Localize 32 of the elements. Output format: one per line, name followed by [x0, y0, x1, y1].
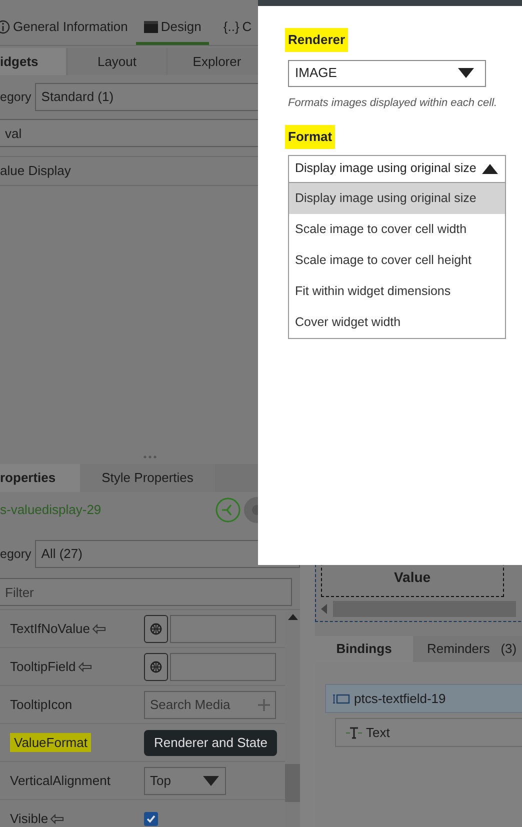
tab[interactable]: {..} C	[209, 12, 252, 45]
tab[interactable]: roperties	[0, 464, 80, 492]
category-label: egory	[0, 546, 32, 563]
dropdown-option[interactable]: Scale image to cover cell width	[289, 214, 505, 244]
property-name: TooltipIcon	[10, 696, 72, 714]
alignment-select[interactable]: Top	[144, 766, 226, 794]
property-name: Visible	[10, 810, 48, 827]
binding-item[interactable]: Text	[366, 722, 390, 742]
format-label: Format	[285, 125, 336, 148]
widget-label: Value	[394, 568, 431, 586]
widget-list-item[interactable]: alue Display	[0, 161, 71, 181]
tab[interactable]: Design	[136, 12, 210, 45]
widget-id: s-valuedisplay-29	[0, 501, 102, 520]
property-name: TooltipField	[10, 658, 76, 676]
filter-field[interactable]: Filter	[0, 578, 292, 606]
media-field[interactable]: Search Media	[144, 690, 276, 718]
tab[interactable]: Reminders (3)	[413, 636, 522, 662]
tab[interactable]: Bindings	[315, 636, 413, 662]
property-name: VerticalAlignment	[10, 772, 110, 790]
dropdown-option[interactable]: Cover widget width	[289, 306, 505, 338]
renderer-select[interactable]: IMAGE	[288, 60, 486, 86]
tab[interactable]: idgets	[0, 48, 68, 75]
renderer-label: Renderer	[285, 28, 348, 52]
dropdown-option[interactable]: Display image using original size	[289, 182, 505, 214]
tab[interactable]: General Information	[0, 12, 136, 45]
renderer-button[interactable]: Renderer and State	[144, 730, 278, 756]
category-label: egory	[0, 88, 32, 106]
property-name: TextIfNoValue	[10, 620, 90, 638]
dropdown-option[interactable]: Scale image to cover cell height	[289, 244, 505, 276]
dropdown-option[interactable]: Fit within widget dimensions	[289, 276, 505, 306]
property-name: ValueFormat	[10, 732, 92, 752]
tab[interactable]: Layout	[68, 48, 168, 75]
